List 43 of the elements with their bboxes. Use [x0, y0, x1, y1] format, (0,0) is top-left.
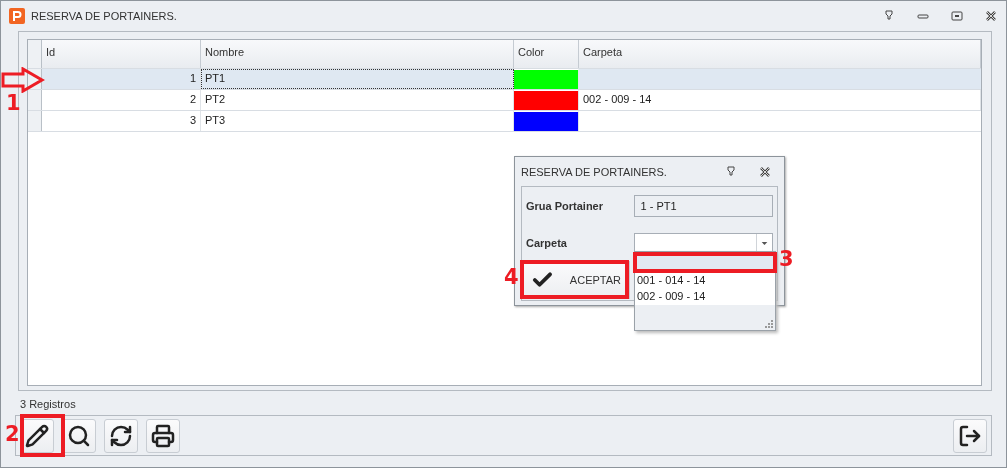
annotation-number: 4	[504, 265, 519, 289]
text-field[interactable]: 1 - PT1	[633, 195, 773, 217]
app-logo-icon	[9, 8, 25, 24]
exit-button[interactable]	[953, 418, 987, 453]
annotation-frame	[20, 414, 65, 457]
column-header[interactable]: Nombre	[201, 40, 514, 68]
field-label: Carpeta	[526, 237, 568, 249]
grid-row[interactable]: 1 PT1	[28, 69, 981, 90]
table-cell: 002 - 009 - 14	[579, 90, 981, 110]
annotation-number: 2	[5, 422, 20, 446]
refresh-icon	[109, 423, 133, 448]
row-header	[28, 40, 42, 68]
record-count: 3 Registros	[19, 397, 77, 412]
table-cell: 2	[42, 90, 201, 110]
dropdown-option[interactable]: 002 - 009 - 14	[635, 289, 775, 305]
pin-icon[interactable]	[724, 164, 738, 179]
arrow-icon	[1, 67, 45, 93]
grid-row[interactable]: 2 PT2 002 - 009 - 14	[28, 90, 981, 111]
column-header[interactable]: Id	[42, 40, 201, 68]
maximize-icon[interactable]	[950, 9, 964, 23]
annotation-number: 1	[6, 91, 21, 115]
table-cell: PT1	[201, 69, 514, 89]
table-cell: 3	[42, 111, 201, 131]
annotation-number: 3	[779, 247, 794, 271]
table-cell: 1	[42, 69, 201, 89]
dialog-title: RESERVA DE PORTAINERS.	[521, 165, 668, 178]
column-header[interactable]: Color	[514, 40, 579, 68]
grid-row[interactable]: 3 PT3	[28, 111, 981, 132]
window-title: RESERVA DE PORTAINERS.	[31, 10, 178, 22]
dropdown-option[interactable]: 001 - 014 - 14	[635, 273, 775, 289]
pin-icon[interactable]	[882, 9, 896, 23]
column-header[interactable]: Carpeta	[579, 40, 981, 68]
exit-icon	[958, 423, 982, 448]
close-icon[interactable]	[984, 9, 998, 23]
combo-box[interactable]	[633, 233, 773, 253]
pencil-icon	[25, 423, 49, 448]
search-icon	[67, 423, 91, 448]
print-button[interactable]	[146, 418, 180, 453]
close-icon[interactable]	[758, 164, 772, 179]
refresh-button[interactable]	[104, 418, 138, 453]
resize-grip-icon	[765, 320, 773, 328]
field-label: Grua Portainer	[526, 200, 605, 212]
printer-icon	[151, 423, 175, 448]
